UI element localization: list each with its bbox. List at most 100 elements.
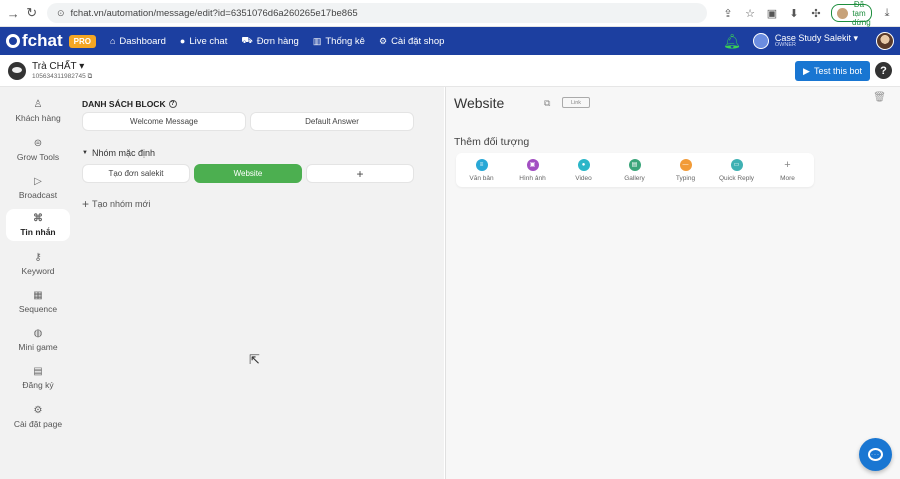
- sidebar-item-keyword[interactable]: ⚷ Keyword: [6, 248, 70, 280]
- account-avatar[interactable]: [752, 33, 769, 49]
- trash-icon[interactable]: 🗑︎: [873, 92, 886, 103]
- sidebar-item-label: Mini game: [18, 342, 58, 352]
- object-label: Typing: [675, 174, 696, 182]
- test-bot-button[interactable]: ▶ Test this bot: [795, 61, 870, 81]
- user-avatar[interactable]: [876, 32, 894, 50]
- sidebar-item-page-settings[interactable]: ⚙ Cài đặt page: [6, 401, 70, 433]
- add-block-button[interactable]: +: [306, 164, 414, 183]
- block-name[interactable]: Website: [454, 95, 504, 111]
- account-switcher[interactable]: Case Study Salekit ▾ OWNER: [774, 33, 858, 49]
- home-icon: ⌂: [109, 36, 116, 46]
- sidebar-item-grow-tools[interactable]: ⊜ Grow Tools: [6, 134, 70, 166]
- account-role: OWNER: [774, 41, 796, 48]
- star-icon[interactable]: ☆: [743, 7, 757, 20]
- object-label: Gallery: [624, 174, 645, 182]
- plus-icon: +: [82, 197, 90, 211]
- bell-icon[interactable]: 🔔︎: [723, 33, 741, 50]
- add-image-button[interactable]: ▣ Hình ảnh: [507, 153, 558, 187]
- text-icon: ≡: [475, 158, 488, 171]
- pro-badge: PRO: [68, 34, 96, 48]
- cart-icon: ⛟: [241, 35, 253, 45]
- nav-shop-settings[interactable]: ⚙ Cài đặt shop: [379, 36, 444, 47]
- support-chat-button[interactable]: ···: [859, 438, 892, 471]
- page-logo: [8, 61, 26, 80]
- nav-dashboard[interactable]: ⌂ Dashboard: [110, 36, 166, 47]
- nav-label: Thống kê: [325, 35, 365, 47]
- sidebar-item-label: Khách hàng: [15, 113, 61, 123]
- add-quick-reply-button[interactable]: ▭ Quick Reply: [711, 153, 762, 187]
- gear-icon: ⚙: [33, 405, 43, 416]
- add-text-button[interactable]: ≡ Văn bản: [456, 153, 507, 187]
- create-group-label: Tạo nhóm mới: [92, 199, 151, 209]
- block-list-panel: DANH SÁCH BLOCK ? Welcome Message Defaul…: [76, 87, 444, 479]
- object-label: Quick Reply: [718, 174, 755, 182]
- extension-icon[interactable]: ▣: [765, 7, 779, 20]
- copy-icon[interactable]: ⧉: [88, 73, 93, 80]
- typing-icon: —: [679, 158, 692, 171]
- block-welcome-message[interactable]: Welcome Message: [82, 112, 246, 131]
- block-list-title: DANH SÁCH BLOCK ?: [82, 99, 177, 109]
- video-icon: ●: [577, 158, 590, 171]
- add-gallery-button[interactable]: ▤ Gallery: [609, 153, 660, 187]
- profile-avatar: [837, 7, 848, 19]
- help-icon[interactable]: ?: [875, 62, 892, 79]
- key-icon: ⚷: [34, 252, 42, 263]
- sidebar-item-mini-game[interactable]: ◍ Mini game: [6, 324, 70, 356]
- add-typing-button[interactable]: — Typing: [660, 153, 711, 187]
- sidebar-item-sequence[interactable]: ▦ Sequence: [6, 286, 70, 318]
- play-icon: ▷: [34, 176, 42, 187]
- forward-icon[interactable]: →: [6, 4, 21, 22]
- nav-live-chat[interactable]: ● Live chat: [180, 36, 227, 47]
- page-selector[interactable]: Trà CHẤT ▾ 105634311982745 ⧉: [32, 61, 92, 81]
- puzzle-icon[interactable]: ✣: [809, 7, 823, 20]
- nav-statistics[interactable]: ▥ Thống kê: [313, 36, 365, 47]
- block-website[interactable]: Website: [194, 164, 302, 183]
- download-icon[interactable]: ⤓: [880, 7, 894, 20]
- nav-right: 🔔︎ Case Study Salekit ▾ OWNER: [723, 32, 894, 50]
- test-bot-label: Test this bot: [813, 66, 862, 76]
- reload-icon[interactable]: ↻: [25, 4, 40, 22]
- sidebar-item-label: Sequence: [18, 304, 58, 314]
- nav-orders[interactable]: ⛟ Đơn hàng: [241, 35, 298, 47]
- fchat-logo[interactable]: fchat: [6, 31, 63, 51]
- grow-icon: ⊜: [33, 138, 43, 149]
- chat-bubble-icon: ···: [868, 448, 883, 461]
- settings-icon: ⚙: [378, 35, 388, 46]
- app-navbar: fchat PRO ⌂ Dashboard ● Live chat ⛟ Đơn hàn…: [0, 27, 900, 55]
- mouse-cursor-icon: ⇱: [249, 352, 260, 367]
- image-icon: ▣: [526, 158, 539, 171]
- url-text: fchat.vn/automation/message/edit?id=6351…: [70, 7, 358, 19]
- link-icon[interactable]: Link: [562, 97, 590, 108]
- form-icon: ▤: [33, 366, 43, 377]
- page-id: 105634311982745: [32, 72, 86, 80]
- object-label: Hình ảnh: [519, 174, 546, 182]
- group-title-text: Nhóm mặc định: [91, 148, 155, 158]
- paused-label: Đã tạm dừng: [852, 0, 871, 27]
- sidebar-item-messages[interactable]: ⌘ Tin nhắn: [6, 209, 70, 241]
- block-create-salekit-order[interactable]: Tạo đơn salekit: [82, 164, 190, 183]
- sidebar-item-label: Keyword: [21, 266, 55, 276]
- chart-icon: ▥: [312, 35, 322, 46]
- create-group-button[interactable]: + Tạo nhóm mới: [82, 197, 150, 211]
- download-box-icon[interactable]: ⬇: [787, 7, 801, 20]
- share-icon[interactable]: ⇪: [721, 7, 735, 20]
- address-bar[interactable]: ⊙ fchat.vn/automation/message/edit?id=63…: [47, 3, 707, 23]
- add-video-button[interactable]: ● Video: [558, 153, 609, 187]
- add-object-toolbar: ≡ Văn bản ▣ Hình ảnh ● Video ▤ Gallery — Typi…: [456, 153, 814, 187]
- group-default[interactable]: ▼ Nhóm mặc định: [82, 148, 155, 158]
- sidebar-item-customers[interactable]: ♙ Khách hàng: [6, 95, 70, 127]
- copy-icon[interactable]: ⧉: [544, 98, 550, 109]
- block-default-answer[interactable]: Default Answer: [250, 112, 414, 131]
- page-header: Trà CHẤT ▾ 105634311982745 ⧉ ▶ Test this…: [0, 55, 900, 87]
- add-object-label: Thêm đối tượng: [454, 136, 530, 148]
- profile-paused-button[interactable]: Đã tạm dừng: [831, 0, 872, 27]
- chat-icon: ●: [179, 36, 186, 46]
- nav-label: Đơn hàng: [256, 35, 299, 47]
- sidebar-item-label: Tin nhắn: [20, 227, 56, 237]
- sidebar-item-register[interactable]: ▤ Đăng ký: [6, 362, 70, 394]
- caret-down-icon: ▾: [79, 60, 85, 72]
- help-circle-icon[interactable]: ?: [168, 100, 177, 108]
- sidebar-item-broadcast[interactable]: ▷ Broadcast: [6, 172, 70, 204]
- site-info-icon[interactable]: ⊙: [57, 8, 65, 19]
- add-more-button[interactable]: + More: [762, 153, 813, 187]
